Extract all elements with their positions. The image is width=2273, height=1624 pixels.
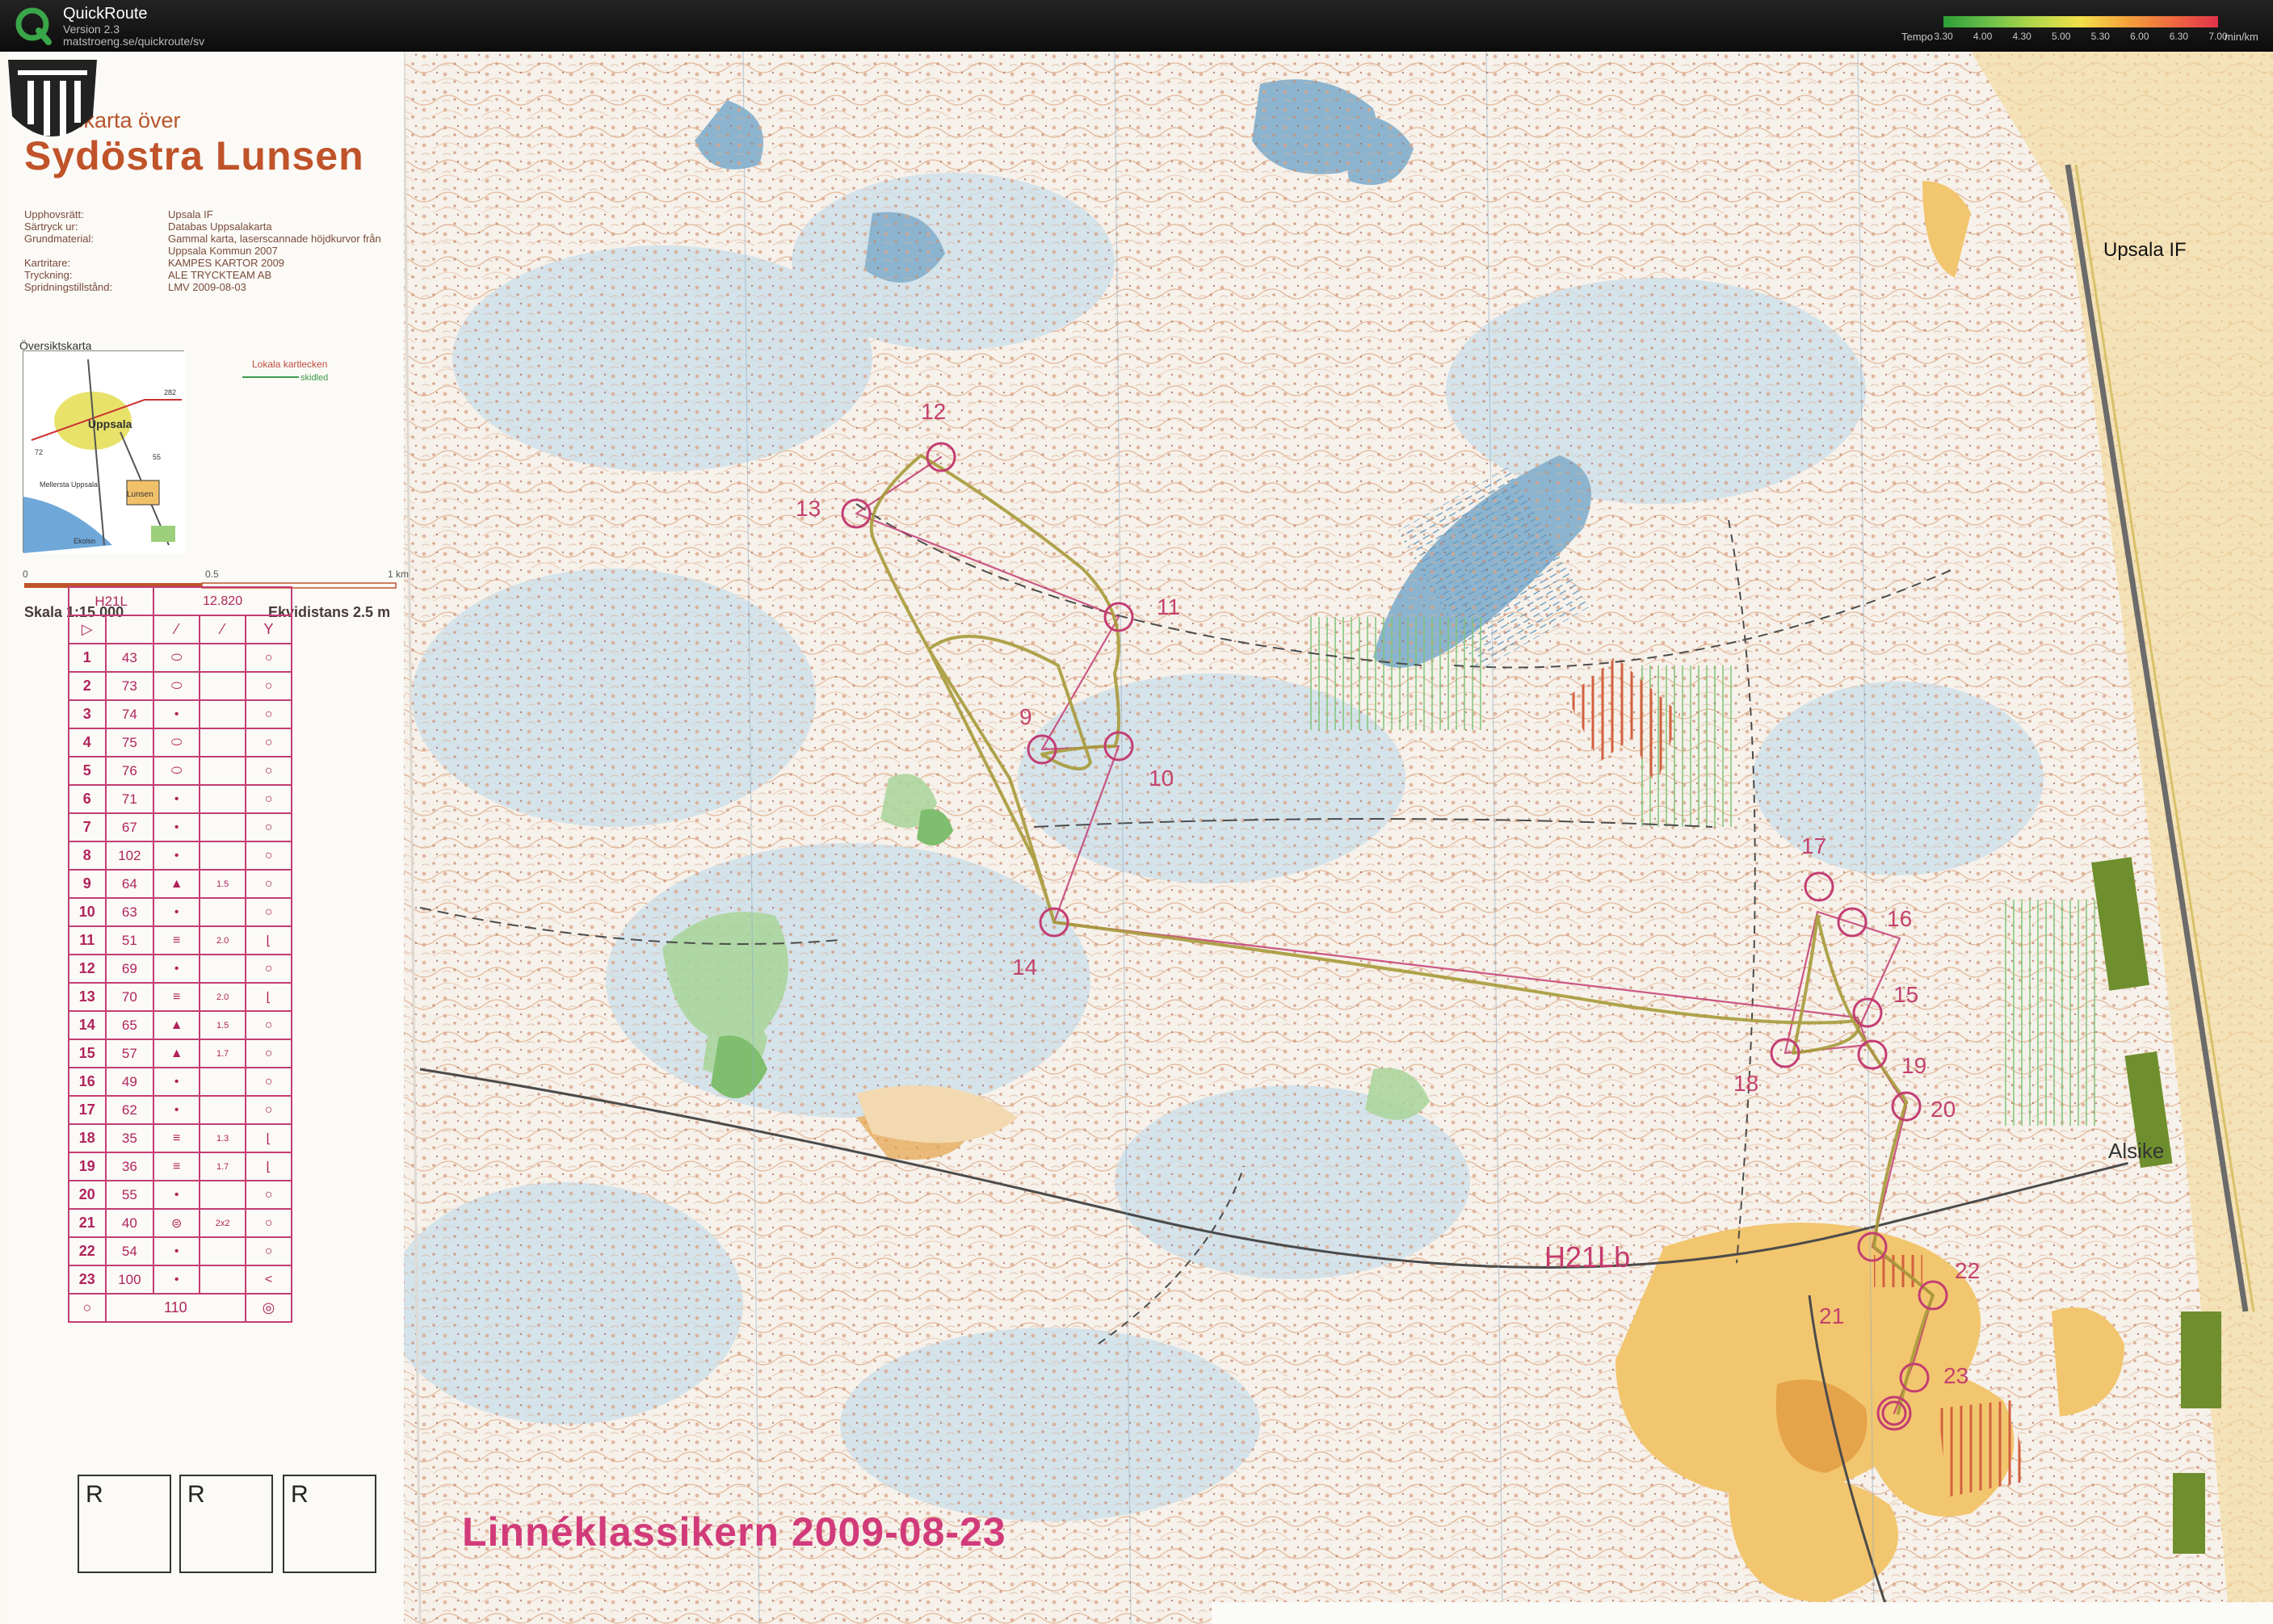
course-name: H21Lb xyxy=(1544,1240,1631,1274)
quickroute-logo-icon xyxy=(15,7,52,45)
app-titlebar: QuickRoute Version 2.3 matstroeng.se/qui… xyxy=(0,0,2273,52)
control-number-label: 13 xyxy=(796,496,821,521)
app-title: QuickRoute xyxy=(63,5,148,23)
tempo-tick: 3.30 xyxy=(1934,31,1953,42)
control-number-label: 11 xyxy=(1157,594,1181,619)
control-number-label: 15 xyxy=(1893,982,1919,1007)
control-number-label: 10 xyxy=(1149,766,1174,791)
tempo-tick: 5.30 xyxy=(2090,31,2110,42)
control-number-label: 21 xyxy=(1819,1303,1845,1328)
control-number-label: 17 xyxy=(1801,833,1827,858)
control-number-label: 14 xyxy=(1012,955,1038,980)
app-url: matstroeng.se/quickroute/sv xyxy=(63,35,205,48)
control-number-label: 23 xyxy=(1943,1363,1969,1388)
control-circle xyxy=(1804,871,1834,902)
course-leg-lines xyxy=(855,455,1935,1415)
control-number-label: 19 xyxy=(1901,1053,1927,1078)
tempo-ticks: 3.30 4.00 4.30 5.00 5.30 6.00 6.30 7.00 xyxy=(1934,31,2227,44)
control-number-label: 18 xyxy=(1733,1071,1759,1096)
tempo-legend: Tempo 3.30 4.00 4.30 5.00 5.30 6.00 6.30 7.00 m… xyxy=(1901,15,2258,47)
tempo-tick: 5.00 xyxy=(2052,31,2071,42)
tempo-color-bar xyxy=(1943,16,2218,27)
tempo-tick: 4.00 xyxy=(1973,31,1993,42)
control-circle xyxy=(1899,1362,1930,1393)
control-number-label: 12 xyxy=(921,399,947,424)
tempo-label: Tempo xyxy=(1901,31,1934,43)
gps-route xyxy=(869,454,1935,1415)
tempo-tick: 6.00 xyxy=(2130,31,2149,42)
club-name: Upsala IF xyxy=(2103,239,2187,261)
upsala-if-logo-icon xyxy=(8,60,97,136)
control-number-label: 16 xyxy=(1887,906,1913,931)
control-number-label: 9 xyxy=(1019,704,1032,729)
event-title: Linnéklassikern 2009-08-23 xyxy=(462,1509,1006,1555)
control-circle xyxy=(1852,997,1883,1028)
tempo-unit: min/km xyxy=(2225,31,2258,43)
tempo-tick: 4.30 xyxy=(2012,31,2031,42)
course-overlay xyxy=(841,442,1948,1431)
place-alsike: Alsike xyxy=(2108,1139,2165,1163)
tempo-tick: 6.30 xyxy=(2169,31,2189,42)
orienteering-map[interactable]: Fritidskarta över Sydöstra Lunsen Upphov… xyxy=(0,52,2273,1624)
app-version: Version 2.3 xyxy=(63,23,120,36)
control-number-label: 20 xyxy=(1931,1097,1956,1122)
control-number-label: 22 xyxy=(1955,1258,1981,1283)
